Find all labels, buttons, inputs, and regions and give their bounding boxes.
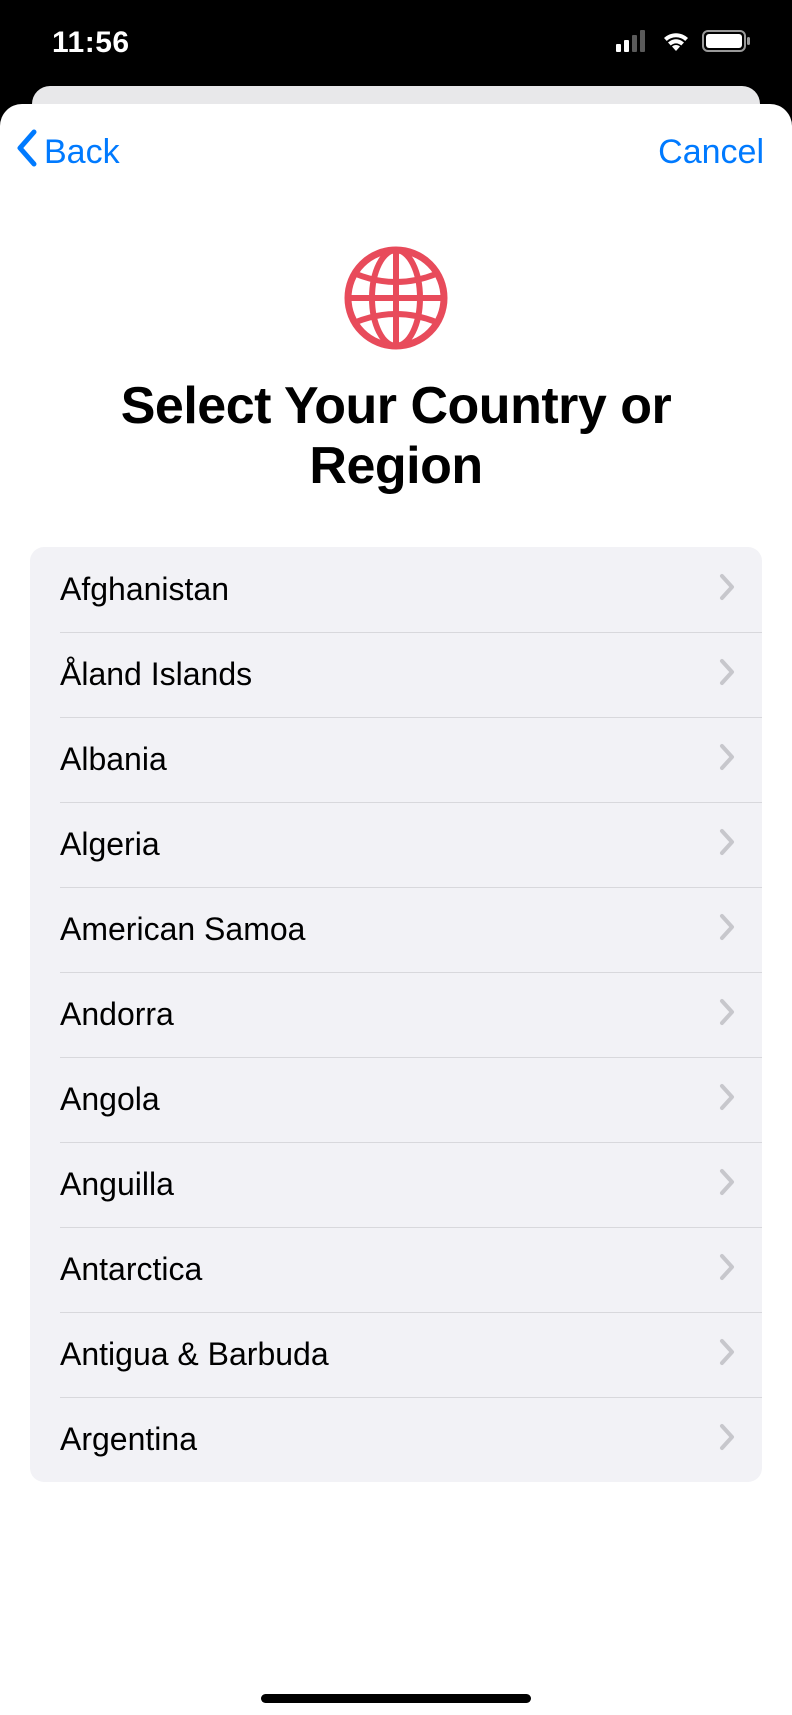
chevron-right-icon xyxy=(718,742,736,777)
list-item[interactable]: Antigua & Barbuda xyxy=(30,1312,762,1397)
status-indicators xyxy=(616,29,752,58)
cancel-button[interactable]: Cancel xyxy=(658,133,764,172)
country-list: Afghanistan Åland Islands Albania Algeria Am… xyxy=(30,547,762,1482)
chevron-right-icon xyxy=(718,572,736,607)
page-title: Select Your Country or Region xyxy=(0,377,792,497)
list-item[interactable]: Antarctica xyxy=(30,1227,762,1312)
chevron-right-icon xyxy=(718,1167,736,1202)
list-item[interactable]: Angola xyxy=(30,1057,762,1142)
country-label: Antigua & Barbuda xyxy=(60,1336,329,1373)
battery-icon xyxy=(702,29,752,58)
list-item[interactable]: Argentina xyxy=(30,1397,762,1482)
status-time: 11:56 xyxy=(52,26,130,60)
modal-sheet: Back Cancel Select Your Country or Regio… xyxy=(0,104,792,1715)
globe-icon xyxy=(342,244,450,357)
status-bar: 11:56 xyxy=(0,0,792,86)
list-item[interactable]: Albania xyxy=(30,717,762,802)
back-label: Back xyxy=(44,133,120,172)
hero: Select Your Country or Region xyxy=(0,200,792,497)
country-label: Andorra xyxy=(60,996,174,1033)
chevron-right-icon xyxy=(718,1422,736,1457)
wifi-icon xyxy=(660,29,692,58)
list-item[interactable]: Algeria xyxy=(30,802,762,887)
country-label: Åland Islands xyxy=(60,656,252,693)
chevron-right-icon xyxy=(718,912,736,947)
chevron-right-icon xyxy=(718,1082,736,1117)
country-label: American Samoa xyxy=(60,911,305,948)
chevron-right-icon xyxy=(718,1252,736,1287)
chevron-right-icon xyxy=(718,1337,736,1372)
country-label: Albania xyxy=(60,741,167,778)
chevron-right-icon xyxy=(718,657,736,692)
list-item[interactable]: Andorra xyxy=(30,972,762,1057)
country-label: Argentina xyxy=(60,1421,197,1458)
country-label: Afghanistan xyxy=(60,571,229,608)
nav-bar: Back Cancel xyxy=(0,104,792,200)
chevron-right-icon xyxy=(718,997,736,1032)
chevron-right-icon xyxy=(718,827,736,862)
list-item[interactable]: Afghanistan xyxy=(30,547,762,632)
back-button[interactable]: Back xyxy=(14,128,120,177)
cellular-icon xyxy=(616,30,650,57)
country-label: Antarctica xyxy=(60,1251,202,1288)
list-item[interactable]: Åland Islands xyxy=(30,632,762,717)
chevron-left-icon xyxy=(14,128,44,177)
list-item[interactable]: Anguilla xyxy=(30,1142,762,1227)
home-indicator[interactable] xyxy=(261,1694,531,1703)
country-label: Algeria xyxy=(60,826,160,863)
country-label: Angola xyxy=(60,1081,160,1118)
country-label: Anguilla xyxy=(60,1166,174,1203)
list-item[interactable]: American Samoa xyxy=(30,887,762,972)
